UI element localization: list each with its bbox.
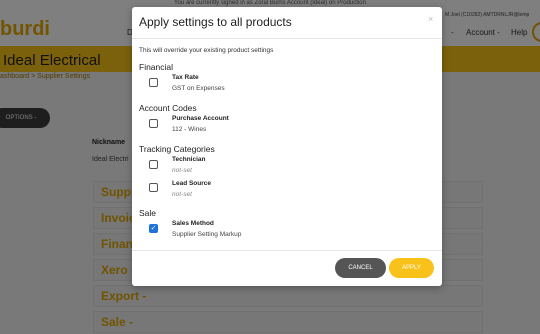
cancel-button[interactable]: CANCEL (335, 258, 386, 278)
modal-title: Apply settings to all products (139, 15, 292, 29)
close-icon[interactable]: × (428, 14, 433, 24)
checkmark-icon: ✓ (150, 225, 157, 232)
sales-method-label: Sales Method (172, 220, 214, 227)
checkbox-tax-rate[interactable] (149, 78, 158, 87)
checkbox-purchase-account[interactable] (149, 119, 158, 128)
tax-rate-label: Tax Rate (172, 74, 199, 81)
checkbox-technician[interactable] (149, 160, 158, 169)
group-title-sale: Sale (139, 208, 157, 218)
group-title-financial: Financial (139, 62, 174, 72)
group-title-account-codes: Account Codes (139, 103, 197, 113)
tax-rate-value: GST on Expenses (172, 85, 225, 92)
modal-description: This will override your existing product… (139, 47, 274, 54)
apply-button[interactable]: APPLY (389, 258, 434, 278)
lead-source-label: Lead Source (172, 180, 212, 187)
technician-value: not-set (172, 167, 192, 174)
sales-method-value: Supplier Setting Markup (172, 231, 242, 238)
lead-source-value: not-set (172, 191, 192, 198)
checkbox-sales-method[interactable]: ✓ (149, 224, 158, 233)
group-title-tracking-categories: Tracking Categories (139, 144, 215, 154)
checkbox-lead-source[interactable] (149, 183, 158, 192)
modal-header-divider (132, 38, 442, 39)
modal-footer-divider (132, 250, 442, 251)
purchase-account-value: 112 - Wines (172, 126, 207, 133)
technician-label: Technician (172, 156, 206, 163)
purchase-account-label: Purchase Account (172, 115, 229, 122)
apply-settings-modal: Apply settings to all products × This wi… (132, 7, 442, 286)
